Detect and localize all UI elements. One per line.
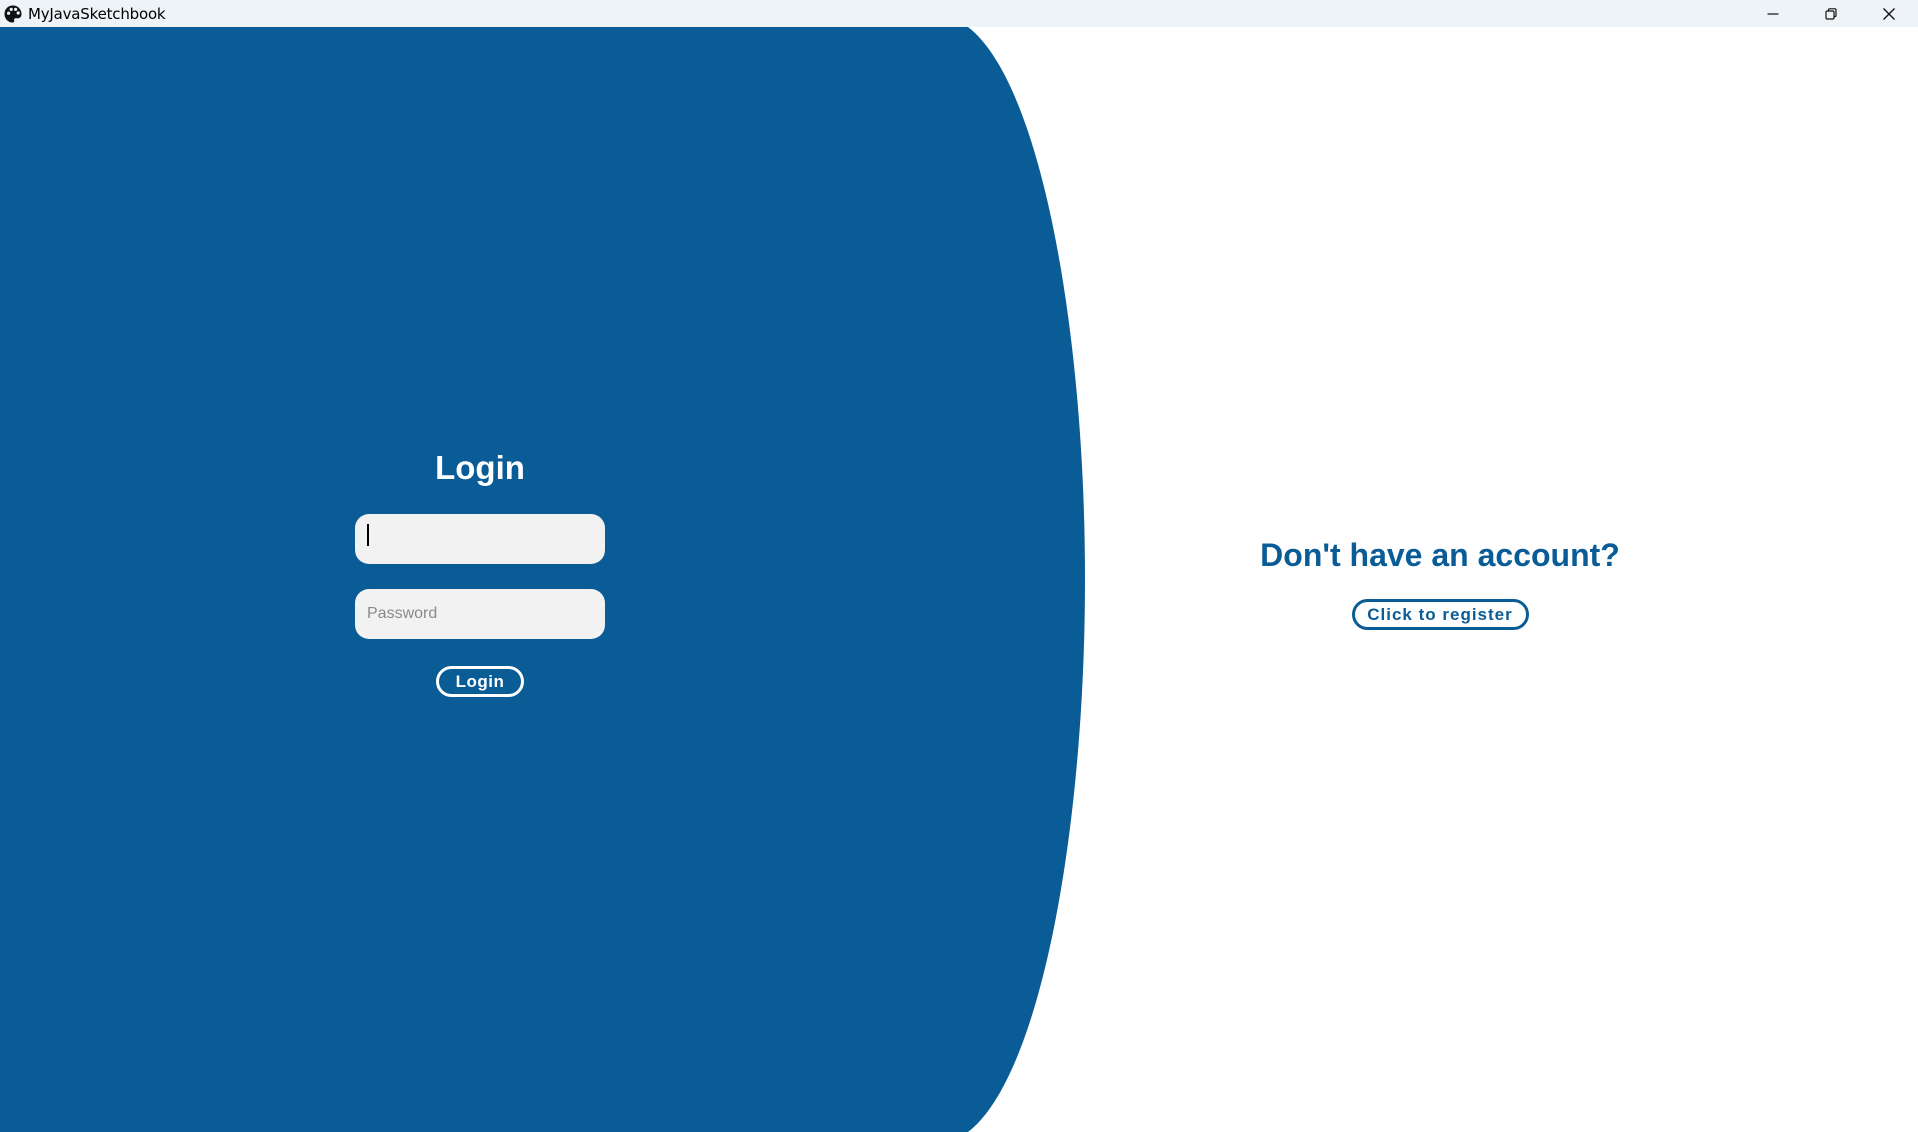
register-section: Don't have an account? Click to register (1240, 535, 1640, 630)
password-field[interactable] (355, 589, 605, 639)
restore-icon (1825, 7, 1837, 20)
register-button[interactable]: Click to register (1351, 599, 1529, 630)
minimize-icon (1767, 12, 1779, 15)
palette-icon (2, 3, 24, 25)
register-heading: Don't have an account? (1260, 537, 1620, 573)
main-content: Login Login Don't have an account? Click… (0, 27, 1918, 1132)
close-button[interactable] (1860, 0, 1918, 27)
username-field[interactable] (355, 514, 605, 564)
login-form: Login Login (355, 447, 605, 697)
window-title: MyJavaSketchbook (28, 4, 166, 23)
text-caret (367, 524, 369, 546)
title-bar: MyJavaSketchbook (0, 0, 1918, 27)
minimize-button[interactable] (1744, 0, 1802, 27)
login-heading: Login (435, 449, 525, 486)
login-button[interactable]: Login (436, 666, 524, 697)
app-window: MyJavaSketchbook Login Login Don't have … (0, 0, 1918, 1132)
window-controls (1744, 0, 1918, 27)
restore-button[interactable] (1802, 0, 1860, 27)
close-icon (1883, 7, 1895, 20)
